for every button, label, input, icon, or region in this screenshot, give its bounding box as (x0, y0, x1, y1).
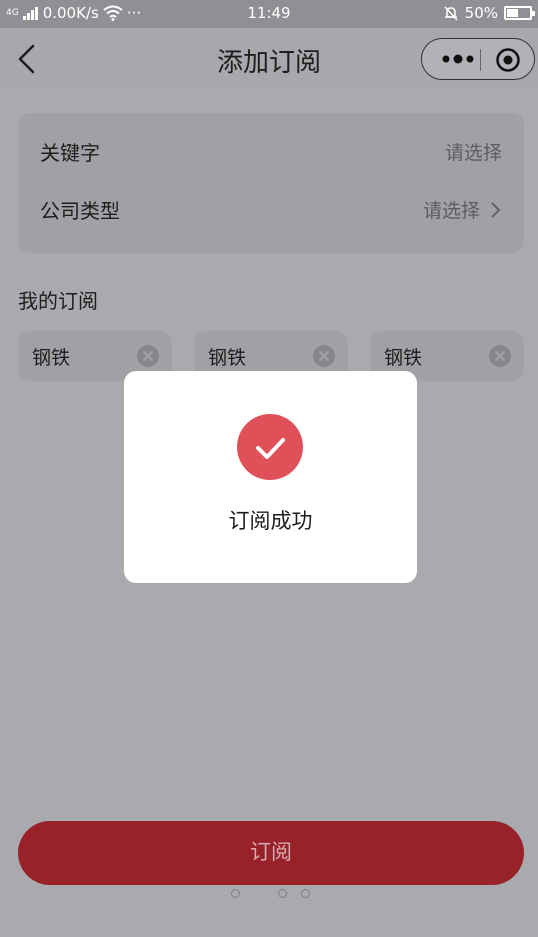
tag-label: 钢铁 (32, 347, 71, 369)
status-right: 50% (443, 4, 535, 22)
more-dots-icon[interactable] (438, 47, 478, 71)
keyword-row[interactable]: 关键字 请选择 (18, 123, 524, 181)
keyword-value: 请选择 (445, 138, 502, 165)
filter-card: 关键字 请选择 公司类型 请选择 (18, 113, 524, 253)
remove-tag-icon[interactable] (488, 344, 512, 368)
page-indicator (0, 889, 538, 903)
mini-program-capsule (421, 38, 535, 80)
tag-label: 钢铁 (208, 347, 247, 369)
indicator-dot (231, 889, 240, 898)
keyword-placeholder: 请选择 (444, 142, 502, 164)
nav-bar: 添加订阅 (0, 28, 538, 90)
bell-muted-icon (444, 6, 458, 21)
tag-label: 钢铁 (384, 347, 423, 369)
checkmark-icon (256, 438, 285, 459)
chevron-right-icon (491, 201, 501, 218)
company-type-row[interactable]: 公司类型 请选择 (18, 181, 524, 239)
target-icon[interactable] (494, 46, 522, 74)
my-subscriptions-title: 我的订阅 (18, 289, 98, 313)
battery-percent: 50% (464, 4, 498, 22)
battery-icon (504, 6, 535, 20)
success-toast: 订阅成功 (124, 371, 417, 583)
check-circle-icon (237, 414, 303, 480)
subscribe-button[interactable]: 订阅 (18, 821, 524, 885)
indicator-dot (301, 889, 310, 898)
company-type-label: 公司类型 (40, 199, 120, 223)
capsule-divider (480, 49, 481, 71)
company-type-placeholder: 请选择 (422, 200, 480, 222)
indicator-dot (278, 889, 287, 898)
remove-tag-icon[interactable] (136, 344, 160, 368)
status-bar: 4G 0.00K/s ··· 11:49 50% (0, 0, 538, 28)
toast-message: 订阅成功 (228, 509, 313, 533)
remove-tag-icon[interactable] (312, 344, 336, 368)
keyword-label: 关键字 (40, 141, 100, 165)
company-type-value: 请选择 (423, 196, 502, 223)
battery-fill (507, 9, 518, 17)
